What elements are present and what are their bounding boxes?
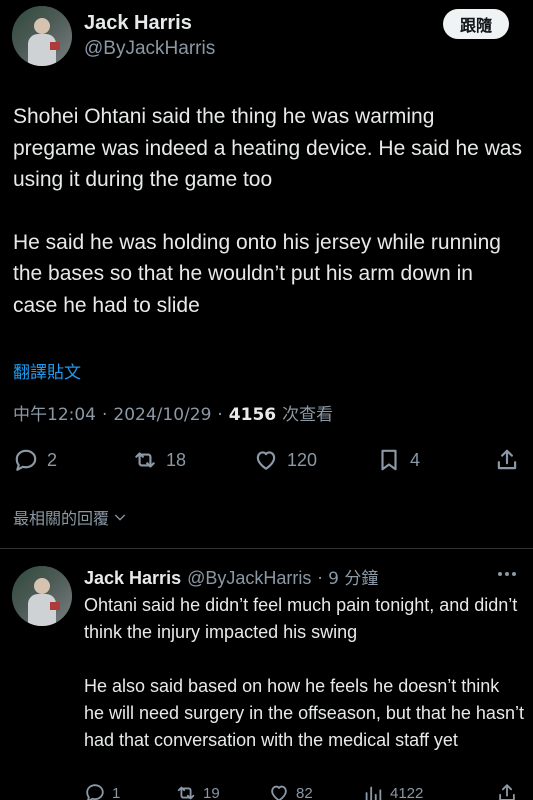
reply-text: Ohtani said he didn’t feel much pain ton… xyxy=(84,592,524,781)
avatar-detail xyxy=(50,42,60,50)
author-handle[interactable]: @ByJackHarris xyxy=(84,38,215,60)
meta-separator: · xyxy=(102,405,108,425)
reply-author-handle[interactable]: @ByJackHarris xyxy=(187,568,311,589)
heart-icon xyxy=(256,451,276,470)
avatar-body xyxy=(28,34,56,66)
share-button[interactable] xyxy=(494,447,520,473)
reply-author-avatar[interactable] xyxy=(12,566,72,626)
reply-paragraph: He also said based on how he feels he do… xyxy=(84,676,524,750)
reply-like-button[interactable]: 82 xyxy=(268,782,313,800)
avatar-body xyxy=(28,594,56,626)
bookmark-count: 4 xyxy=(410,449,421,470)
tweet-meta: 中午12:04 · 2024/10/29 · 4156 次查看 xyxy=(13,400,333,425)
more-dot xyxy=(498,572,502,576)
reply-author-name[interactable]: Jack Harris xyxy=(84,568,181,589)
views-label: 次查看 xyxy=(282,405,334,425)
heart-icon xyxy=(271,785,287,800)
repost-icon xyxy=(135,452,155,468)
author-avatar[interactable] xyxy=(12,6,72,66)
analytics-icon xyxy=(365,786,382,800)
sort-label: 最相關的回覆 xyxy=(13,509,110,528)
reply-paragraph: Ohtani said he didn’t feel much pain ton… xyxy=(84,595,518,642)
reply-reply-count: 1 xyxy=(112,784,121,800)
like-button[interactable]: 120 xyxy=(253,447,317,473)
tweet-text: Shohei Ohtani said the thing he was warm… xyxy=(13,101,523,352)
share-icon xyxy=(499,784,515,800)
repost-icon xyxy=(177,786,195,800)
reply-repost-button[interactable]: 19 xyxy=(175,782,220,800)
bookmark-icon xyxy=(381,449,397,471)
like-count: 120 xyxy=(287,449,318,470)
reply-icon xyxy=(15,449,37,471)
reply-views-count: 4122 xyxy=(390,784,424,800)
reply-timestamp[interactable]: · 9 分鐘 xyxy=(317,564,378,589)
divider xyxy=(0,548,533,549)
reply-reply-button[interactable]: 1 xyxy=(84,782,120,800)
tweet-time[interactable]: 中午12:04 xyxy=(13,400,96,425)
tweet-paragraph: Shohei Ohtani said the thing he was warm… xyxy=(13,105,522,191)
views-count: 4156 xyxy=(228,405,277,425)
reply-repost-count: 19 xyxy=(203,784,220,800)
reply-like-count: 82 xyxy=(296,784,313,800)
reply-count: 2 xyxy=(47,449,58,470)
more-dot xyxy=(505,572,509,576)
repost-count: 18 xyxy=(166,449,187,470)
reply-sort-dropdown[interactable]: 最相關的回覆 xyxy=(13,505,128,529)
more-dot xyxy=(512,572,516,576)
repost-button[interactable]: 18 xyxy=(132,447,186,473)
avatar-head xyxy=(34,578,50,594)
tweet-paragraph: He said he was holding onto his jersey w… xyxy=(13,230,501,317)
reply-icon xyxy=(86,784,104,800)
meta-separator: · xyxy=(217,405,223,425)
tweet-date[interactable]: 2024/10/29 xyxy=(113,405,211,425)
more-options-icon[interactable] xyxy=(495,566,519,582)
translate-post-link[interactable]: 翻譯貼文 xyxy=(13,358,81,383)
avatar-detail xyxy=(50,602,60,610)
reply-share-button[interactable] xyxy=(496,782,518,800)
reply-button[interactable]: 2 xyxy=(13,447,57,473)
author-name[interactable]: Jack Harris xyxy=(84,12,192,35)
share-icon xyxy=(497,449,517,470)
reply-header: Jack Harris @ByJackHarris · 9 分鐘 xyxy=(84,564,378,589)
reply-views-button[interactable]: 4122 xyxy=(362,782,423,800)
bookmark-button[interactable]: 4 xyxy=(376,447,420,473)
follow-button[interactable]: 跟隨 xyxy=(443,9,509,39)
avatar-head xyxy=(34,18,50,34)
chevron-down-icon xyxy=(114,514,126,521)
